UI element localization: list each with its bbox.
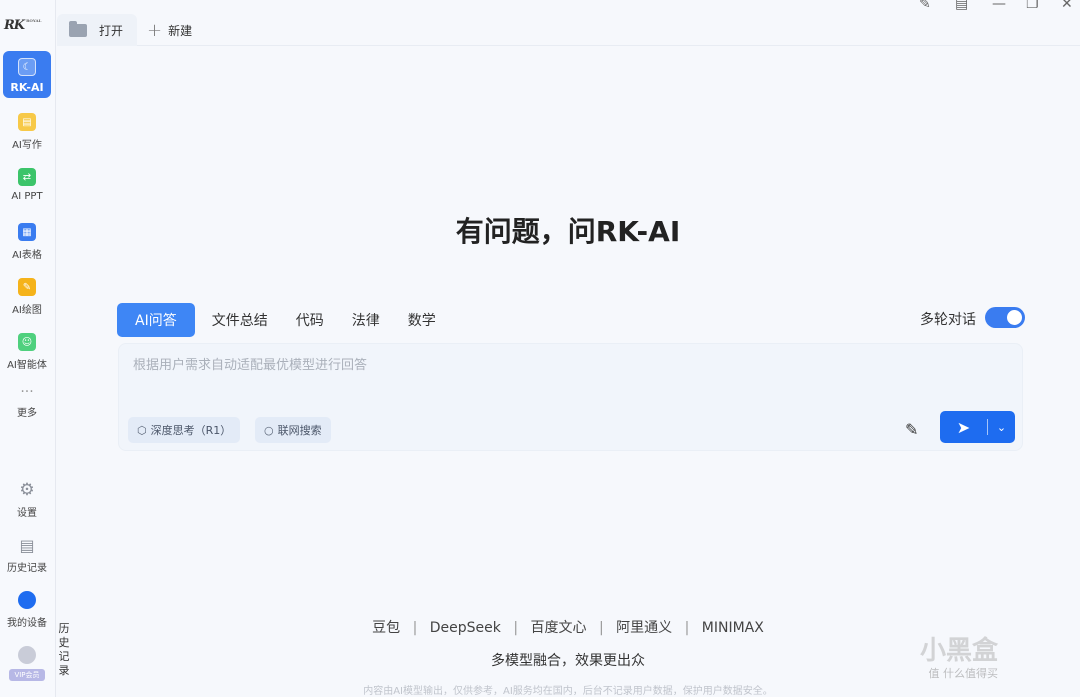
close-icon[interactable]: ✕ [1061,0,1073,12]
minimize-icon[interactable]: — [992,0,1006,12]
history-button[interactable]: ▤ 历史记录 [3,535,51,575]
mode-tab-qa[interactable]: AI问答 [117,303,195,337]
multi-turn-toggle[interactable] [985,307,1025,328]
note-icon[interactable]: ▤ [955,0,968,12]
deep-think-label: 深度思考（R1） [150,424,232,437]
tab-new[interactable]: + 新建 [147,14,192,46]
deep-think-button[interactable]: ⬡ 深度思考（R1） [128,417,241,443]
sidebar-item-label: AI绘图 [12,305,42,316]
sidebar-item-ai-write[interactable]: ▤ AI写作 [3,113,51,151]
plus-icon: + [147,19,163,41]
sidebar-item-label: AI表格 [12,250,42,261]
sidebar-item-rk-ai[interactable]: ☾ RK-AI [3,51,51,98]
settings-label: 设置 [17,508,37,519]
model-separator: | [412,620,418,636]
app-logo: RK ROYAL [4,18,42,33]
avatar-icon [18,646,36,664]
mode-tab-math[interactable]: 数学 [408,304,436,336]
history-icon: ▤ [19,535,35,555]
gear-icon: ⚙ [19,480,35,500]
robot-icon: ☺ [18,333,36,351]
watermark-sub: 值 什么值得买 [928,667,999,680]
history-side-tab[interactable]: 历 史 记 录 [57,622,71,678]
mode-tabs: AI问答 文件总结 代码 法律 数学 [117,303,464,337]
watermark: 小黑盒 值 什么值得买 [920,630,998,681]
ppt-icon: ⇄ [18,168,36,186]
mode-tab-code[interactable]: 代码 [296,304,324,336]
history-label: 历史记录 [7,563,47,574]
model-separator: | [684,620,690,636]
vip-badge: VIP会员 [9,669,45,681]
mode-tab-law[interactable]: 法律 [352,304,380,336]
web-search-button[interactable]: ○ 联网搜索 [255,417,331,443]
search-icon: ○ [264,423,274,437]
disclaimer: 内容由AI模型输出，仅供参考，AI服务均在国内，后台不记录用户数据，保护用户数据… [363,686,773,697]
sidebar-item-ai-ppt[interactable]: ⇄ AI PPT [3,168,51,202]
sidebar-item-label: AI PPT [11,191,43,202]
chat-input[interactable] [133,354,993,394]
sidebar: RK ROYAL ☾ RK-AI ▤ AI写作 ⇄ AI PPT ▦ AI表格 ✎… [0,0,56,697]
web-search-label: 联网搜索 [277,424,322,437]
model-separator: | [598,620,604,636]
model-deepseek: DeepSeek [429,620,501,636]
model-wenxin: 百度文心 [530,620,587,636]
send-icon: ➤ [956,417,971,437]
sidebar-item-ai-agent[interactable]: ☺ AI智能体 [3,333,51,371]
more-icon: ··· [20,384,34,400]
model-tongyi: 阿里通义 [616,620,673,636]
sidebar-item-ai-table[interactable]: ▦ AI表格 [3,223,51,261]
history-char: 历 [58,622,70,635]
model-doubao: 豆包 [372,620,401,636]
user-avatar[interactable]: VIP会员 [3,646,51,681]
multi-turn-label: 多轮对话 [920,312,976,328]
table-icon: ▦ [18,223,36,241]
watermark-text: 小黑盒 [920,636,999,666]
model-minimax: MINIMAX [701,620,764,636]
paint-icon: ✎ [18,278,36,296]
mode-tab-summary[interactable]: 文件总结 [212,304,268,336]
devices-button[interactable]: 我的设备 [3,591,51,629]
chevron-down-icon[interactable]: ⌄ [988,421,1015,434]
page-title: 有问题，问RK-AI [455,215,681,248]
history-char: 录 [58,664,70,677]
sidebar-item-more[interactable]: ··· 更多 [3,384,51,419]
device-icon [18,591,36,609]
history-char: 记 [58,650,70,663]
tab-open-label: 打开 [99,23,124,38]
chat-icon: ☾ [18,58,36,76]
tab-bar: 打开 + 新建 [57,14,1080,46]
sidebar-item-label: RK-AI [10,81,44,94]
sidebar-item-label: AI写作 [12,140,42,151]
tab-new-label: 新建 [168,23,193,38]
chat-input-box: ⬡ 深度思考（R1） ○ 联网搜索 ✎ ➤ ⌄ [118,343,1023,451]
sidebar-item-ai-paint[interactable]: ✎ AI绘图 [3,278,51,316]
magic-wand-icon[interactable]: ✎ [905,420,918,439]
write-icon: ▤ [18,113,36,131]
sidebar-item-label: 更多 [17,408,37,419]
settings-button[interactable]: ⚙ 设置 [3,480,51,519]
folder-icon [69,20,87,37]
devices-label: 我的设备 [7,618,47,629]
model-separator: | [513,620,519,636]
edit-icon[interactable]: ✎ [919,0,931,12]
sidebar-item-label: AI智能体 [7,360,47,371]
history-char: 史 [58,636,70,649]
cube-icon: ⬡ [137,423,147,437]
send-button[interactable]: ➤ ⌄ [940,411,1015,443]
restore-icon[interactable]: ❐ [1026,0,1039,12]
tab-open[interactable]: 打开 [57,14,137,46]
